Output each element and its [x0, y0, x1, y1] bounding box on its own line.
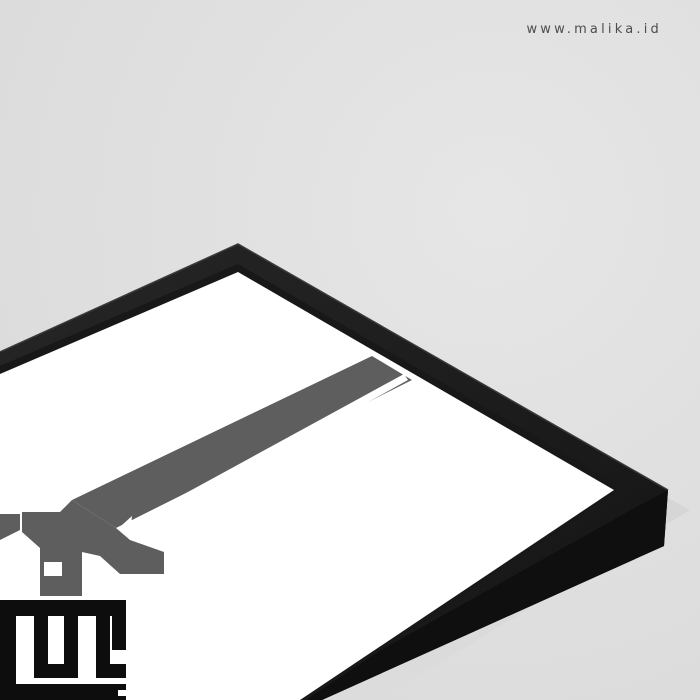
site-watermark: www.malika.id: [526, 22, 662, 37]
product-photo-stage: www.malika.id: [0, 0, 700, 700]
calligraphy-gray-block-hole: [44, 562, 62, 576]
framed-artwork-photo: [0, 243, 690, 700]
artwork-canvas: [0, 272, 614, 700]
